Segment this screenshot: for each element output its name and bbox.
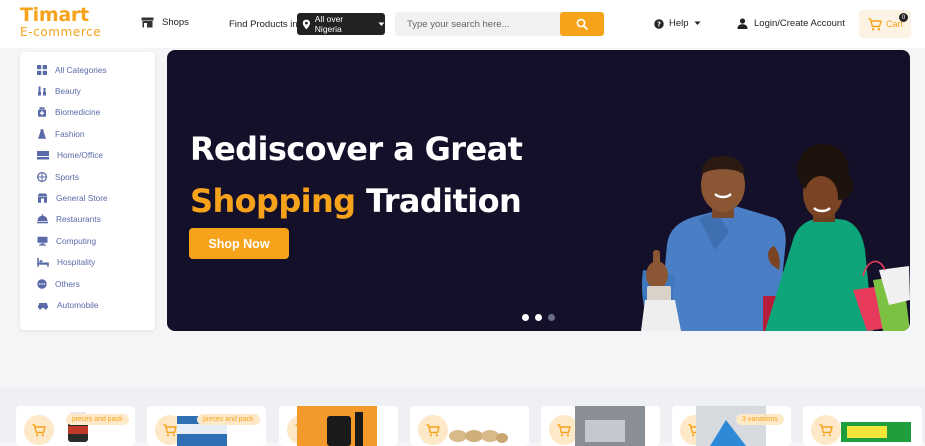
sidebar-item-automobile[interactable]: Automobile — [20, 294, 155, 315]
login-link[interactable]: Login/Create Account — [737, 18, 845, 29]
product-card[interactable]: 3 variations — [672, 406, 791, 446]
add-to-cart-icon — [819, 423, 833, 436]
product-card[interactable]: pieces and pack — [16, 406, 135, 446]
product-image — [297, 406, 377, 446]
restaurant-icon — [37, 214, 48, 224]
add-to-cart-icon — [426, 423, 440, 436]
product-tag: pieces and pack — [197, 414, 260, 425]
product-card[interactable] — [803, 406, 922, 446]
grid-icon — [37, 64, 47, 75]
others-icon — [37, 278, 47, 289]
cart-icon — [868, 17, 882, 30]
product-card[interactable] — [410, 406, 529, 446]
hospitality-icon — [37, 258, 49, 267]
sidebar-item-all-categories[interactable]: All Categories — [20, 59, 155, 80]
add-to-cart-button[interactable] — [811, 415, 841, 445]
add-to-cart-icon — [32, 423, 46, 436]
sidebar-item-beauty[interactable]: Beauty — [20, 80, 155, 101]
sidebar-item-label: Biomedicine — [55, 107, 101, 118]
site-logo[interactable]: Timart E-commerce — [20, 4, 102, 39]
search-bar — [395, 12, 604, 36]
svg-text:?: ? — [657, 20, 661, 28]
sidebar-item-computing[interactable]: Computing — [20, 230, 155, 251]
product-strip: pieces and pack pieces and pack 3 variat… — [0, 388, 925, 446]
fashion-icon — [38, 129, 46, 139]
sidebar-item-label: Automobile — [57, 299, 99, 310]
carousel-dots — [522, 314, 555, 321]
sidebar-item-restaurants[interactable]: Restaurants — [20, 209, 155, 230]
carousel-dot[interactable] — [548, 314, 555, 321]
sidebar-item-general-store[interactable]: General Store — [20, 187, 155, 208]
product-card[interactable] — [279, 406, 398, 446]
sidebar-item-label: Fashion — [55, 128, 85, 139]
caret-down-icon — [378, 22, 385, 26]
sports-icon — [37, 171, 47, 182]
product-card[interactable]: pieces and pack — [147, 406, 266, 446]
sidebar-item-label: General Store — [56, 193, 108, 204]
carousel-dot[interactable] — [535, 314, 542, 321]
sidebar-item-fashion[interactable]: Fashion — [20, 123, 155, 144]
beauty-icon — [38, 86, 46, 96]
sidebar-item-label: Beauty — [55, 86, 81, 97]
sidebar-item-label: All Categories — [55, 64, 107, 75]
product-image — [696, 406, 766, 446]
sidebar-item-home-office[interactable]: Home/Office — [20, 145, 155, 166]
sidebar-item-label: Home/Office — [57, 150, 103, 161]
help-icon: ? — [654, 18, 664, 29]
product-tag: pieces and pack — [66, 414, 129, 425]
logo-sub-text: E-commerce — [20, 25, 102, 39]
product-image — [841, 422, 911, 442]
sidebar-item-sports[interactable]: Sports — [20, 166, 155, 187]
sidebar-item-label: Others — [55, 278, 80, 289]
carousel-dot[interactable] — [522, 314, 529, 321]
caret-down-icon — [694, 21, 701, 25]
add-to-cart-button[interactable] — [24, 415, 54, 445]
sidebar-item-label: Sports — [55, 171, 79, 182]
location-label: All over Nigeria — [314, 14, 344, 34]
help-menu[interactable]: ? Help — [654, 18, 701, 29]
medicine-icon — [38, 107, 46, 118]
shops-label: Shops — [162, 17, 189, 28]
location-pin-icon — [302, 19, 311, 29]
user-icon — [737, 18, 748, 29]
search-icon — [576, 18, 588, 30]
add-to-cart-icon — [557, 423, 571, 436]
shop-now-button[interactable]: Shop Now — [189, 228, 289, 259]
add-to-cart-icon — [163, 423, 177, 436]
sidebar-item-label: Hospitality — [57, 257, 96, 268]
hero-title-accent: Shopping — [190, 182, 356, 220]
cart-count-badge: 0 — [899, 13, 908, 22]
search-input[interactable] — [395, 12, 560, 36]
help-label: Help — [669, 18, 689, 29]
hero-title-rest: Tradition — [355, 182, 522, 220]
location-dropdown[interactable]: All over Nigeria — [297, 13, 385, 35]
shops-link[interactable]: Shops — [141, 17, 189, 28]
add-to-cart-button[interactable] — [418, 415, 448, 445]
cart-button[interactable]: Cart 0 — [859, 10, 911, 38]
sidebar-item-label: Restaurants — [56, 214, 101, 225]
login-label: Login/Create Account — [754, 18, 845, 29]
logo-main-text: Timart — [20, 4, 89, 26]
product-image — [575, 406, 645, 446]
category-sidebar: All Categories Beauty Biomedicine Fashio… — [20, 52, 155, 330]
search-button[interactable] — [560, 12, 604, 36]
hero-title-line1: Rediscover a Great — [190, 130, 523, 168]
product-card[interactable] — [541, 406, 660, 446]
home-office-icon — [37, 151, 49, 160]
find-products-label: Find Products in — [229, 19, 298, 30]
hero-title-line2: Shopping Tradition — [190, 182, 522, 220]
sidebar-item-label: Computing — [56, 235, 97, 246]
hero-banner: Rediscover a Great Shopping Tradition Sh… — [167, 50, 910, 331]
sidebar-item-others[interactable]: Others — [20, 273, 155, 294]
computing-icon — [37, 236, 48, 246]
store-icon — [37, 193, 48, 203]
sidebar-item-biomedicine[interactable]: Biomedicine — [20, 102, 155, 123]
shoppers-photo — [641, 144, 910, 331]
store-icon — [141, 17, 154, 28]
sidebar-item-hospitality[interactable]: Hospitality — [20, 252, 155, 273]
product-image — [449, 430, 508, 443]
automobile-icon — [38, 302, 48, 310]
product-tag: 3 variations — [736, 414, 784, 425]
top-header: Timart E-commerce Shops Find Products in… — [0, 0, 925, 48]
